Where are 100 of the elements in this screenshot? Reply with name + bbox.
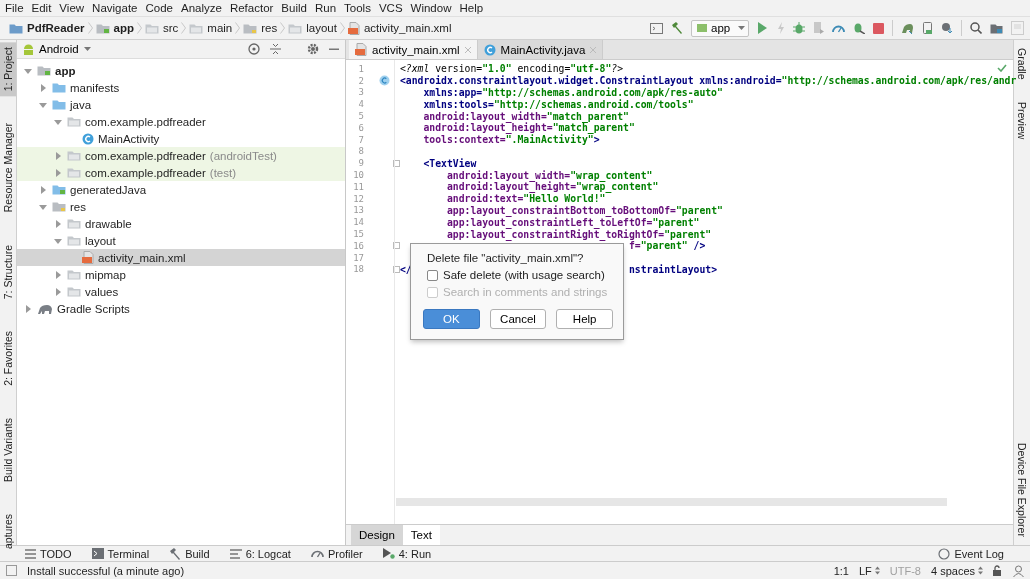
gauge-icon[interactable] [832, 23, 845, 33]
breadcrumb[interactable]: src [142, 22, 182, 34]
breadcrumb[interactable]: res [240, 22, 281, 34]
run-configuration-dropdown[interactable]: app [691, 19, 749, 37]
tool-window-tab[interactable]: Build [169, 547, 210, 560]
line-separator-selector[interactable]: LF [858, 564, 880, 577]
play-icon[interactable] [757, 22, 769, 34]
tool-window-tab[interactable]: Preview [1014, 97, 1030, 143]
tree-item[interactable]: activity_main.xml [17, 249, 345, 266]
frame-icon[interactable] [1011, 21, 1024, 35]
tool-window-tab[interactable]: 4: Run [382, 547, 432, 560]
minimize-icon[interactable] [329, 47, 339, 51]
fold-marker-icon[interactable] [392, 242, 400, 250]
menu-item[interactable]: Run [310, 0, 341, 16]
tool-window-tab[interactable]: Resource Manager [0, 118, 16, 218]
menu-item[interactable]: File [1, 0, 28, 16]
tree-item[interactable]: generatedJava [17, 181, 345, 198]
menu-item[interactable]: Build [277, 0, 311, 16]
tree-item[interactable]: layout [17, 232, 345, 249]
menu-item[interactable]: Code [141, 0, 177, 16]
expand-arrow-icon[interactable] [53, 150, 63, 161]
menu-item[interactable]: Analyze [176, 0, 226, 16]
folder-icon [67, 286, 81, 297]
hammer-icon[interactable] [671, 22, 683, 34]
editor-tab[interactable]: MainActivity.java [477, 40, 604, 59]
mode-tab[interactable]: Text [402, 525, 440, 545]
tool-window-tab[interactable]: aptures [0, 508, 16, 554]
mode-tab[interactable]: Design [351, 525, 403, 545]
lock-icon[interactable] [993, 565, 1003, 576]
tool-window-tab[interactable]: 6: Logcat [229, 547, 291, 560]
menu-item[interactable]: VCS [374, 0, 407, 16]
tool-window-tab[interactable]: Event Log [938, 547, 1004, 560]
expand-arrow-icon[interactable] [23, 303, 33, 314]
fold-marker-icon[interactable] [392, 159, 400, 167]
menu-item[interactable]: Window [406, 0, 456, 16]
editor-tab[interactable]: activity_main.xml [349, 40, 478, 59]
phone-icon[interactable] [922, 22, 933, 34]
menu-item[interactable]: Help [455, 0, 488, 16]
expand-arrow-icon[interactable] [53, 167, 63, 178]
play-icon [382, 548, 395, 559]
expand-arrow-icon[interactable] [53, 218, 63, 229]
caret-position[interactable]: 1:1 [833, 564, 849, 577]
tree-item[interactable]: drawable [17, 215, 345, 232]
dialog-button[interactable]: Cancel [489, 309, 547, 329]
tree-item[interactable]: Gradle Scripts [17, 300, 345, 317]
tree-item[interactable]: com.example.pdfreader (androidTest) [17, 147, 345, 164]
breadcrumb[interactable]: main [186, 22, 236, 34]
fold-marker-icon[interactable] [392, 265, 400, 273]
expand-arrow-icon[interactable] [38, 184, 48, 195]
expand-arrow-icon[interactable] [53, 269, 63, 280]
tree-item[interactable]: res [17, 198, 345, 215]
scrollbar[interactable] [396, 498, 947, 506]
menu-item[interactable]: Tools [340, 0, 375, 16]
checkbox[interactable]: Safe delete (with usage search) [427, 269, 613, 281]
close-icon[interactable] [464, 46, 471, 53]
tree-item[interactable]: com.example.pdfreader [17, 113, 345, 130]
breadcrumb[interactable]: app [92, 22, 137, 34]
window-icon[interactable] [650, 22, 663, 34]
download-icon[interactable] [941, 22, 953, 34]
search-icon[interactable] [970, 22, 982, 34]
expand-arrow-icon[interactable] [53, 286, 63, 297]
tool-window-tab[interactable]: Terminal [91, 547, 150, 560]
tool-window-tab[interactable]: 7: Structure [0, 239, 16, 304]
menu-item[interactable]: View [55, 0, 89, 16]
tree-item[interactable]: values [17, 283, 345, 300]
tool-window-tab[interactable]: TODO [25, 547, 72, 560]
tool-window-tab[interactable]: Gradle [1014, 44, 1030, 84]
tree-item[interactable]: com.example.pdfreader (test) [17, 164, 345, 181]
tree-item[interactable]: java [17, 96, 345, 113]
menu-item[interactable]: Refactor [225, 0, 278, 16]
tree-item[interactable]: mipmap [17, 266, 345, 283]
person-icon[interactable] [1013, 564, 1024, 577]
view-dropdown[interactable]: Android [23, 43, 91, 55]
menu-item[interactable]: Navigate [88, 0, 142, 16]
target-icon[interactable] [248, 43, 260, 55]
menu-item[interactable]: Edit [27, 0, 56, 16]
tool-window-tab[interactable]: 2: Favorites [0, 325, 16, 391]
dialog-button[interactable]: Help [556, 309, 613, 329]
tool-window-tab[interactable]: Device File Explorer [1014, 439, 1030, 541]
breadcrumb[interactable]: layout [285, 22, 340, 34]
folder-icon [67, 218, 81, 229]
tree-item[interactable]: app [17, 62, 345, 79]
folder-icon[interactable] [990, 22, 1003, 34]
expand-arrow-icon[interactable] [38, 82, 48, 93]
settings-icon[interactable] [307, 43, 319, 55]
collapse-icon[interactable] [270, 43, 281, 55]
code-text: app:layout_constraintLeft_toLeftOf="parent" [446, 216, 700, 228]
lightning-icon[interactable] [777, 22, 785, 34]
square-icon[interactable] [6, 565, 17, 576]
line-number: 14 [352, 217, 364, 228]
tree-item[interactable]: MainActivity [17, 130, 345, 147]
breadcrumb[interactable]: PdfReader [6, 22, 88, 34]
breadcrumb[interactable]: activity_main.xml [344, 21, 455, 35]
indent-selector[interactable]: 4 spaces [930, 564, 983, 577]
terminal-icon [91, 548, 104, 559]
stop-icon[interactable] [873, 22, 884, 34]
tree-item[interactable]: manifests [17, 79, 345, 96]
tool-window-tab[interactable]: Build Variants [0, 412, 16, 487]
tool-window-tab[interactable]: 1: Project [0, 42, 16, 97]
tool-window-tab[interactable]: Profiler [310, 547, 363, 560]
